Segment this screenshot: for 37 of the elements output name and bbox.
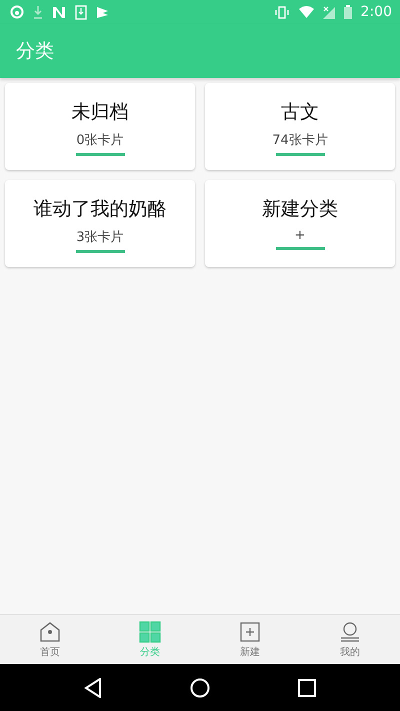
category-title: 新建分类: [262, 197, 338, 222]
play-icon: [96, 6, 109, 18]
page-title: 分类: [16, 39, 54, 64]
vibrate-icon: [274, 6, 290, 18]
category-card[interactable]: 谁动了我的奶酪 3张卡片: [5, 180, 195, 267]
add-icon: [239, 620, 261, 642]
notification-icon: [10, 5, 24, 19]
home-icon: [39, 620, 61, 642]
category-card[interactable]: 新建分类 +: [205, 180, 395, 267]
home-button[interactable]: [190, 678, 210, 698]
battery-icon: [344, 5, 352, 19]
accent-underline: [276, 247, 324, 250]
card-subtitle: 0张卡片: [76, 132, 124, 149]
card-subtitle: 3张卡片: [76, 229, 124, 246]
wifi-icon: [298, 6, 314, 18]
category-card[interactable]: 古文 74张卡片: [205, 83, 395, 170]
accent-underline: [276, 153, 324, 156]
download-icon: [33, 5, 43, 19]
accent-underline: [76, 250, 124, 253]
download-icon: [75, 4, 87, 20]
grid-icon: [139, 620, 161, 642]
category-title: 谁动了我的奶酪: [34, 197, 166, 222]
category-card[interactable]: 未归档 0张卡片: [5, 83, 195, 170]
card-subtitle: +: [294, 228, 306, 243]
recents-button[interactable]: [298, 678, 316, 696]
user-icon: [339, 620, 361, 642]
category-title: 未归档: [72, 100, 128, 125]
card-subtitle: 74张卡片: [272, 132, 328, 149]
accent-underline: [76, 153, 124, 156]
category-title: 古文: [281, 100, 319, 125]
back-button[interactable]: [84, 678, 102, 698]
nav-tab[interactable]: 首页: [0, 615, 100, 664]
notification-icon: [52, 6, 66, 18]
signal-icon: [322, 6, 335, 18]
nav-tab[interactable]: 我的: [300, 615, 400, 664]
nav-tab[interactable]: 新建: [200, 615, 300, 664]
status-time: 2:00: [360, 4, 392, 20]
